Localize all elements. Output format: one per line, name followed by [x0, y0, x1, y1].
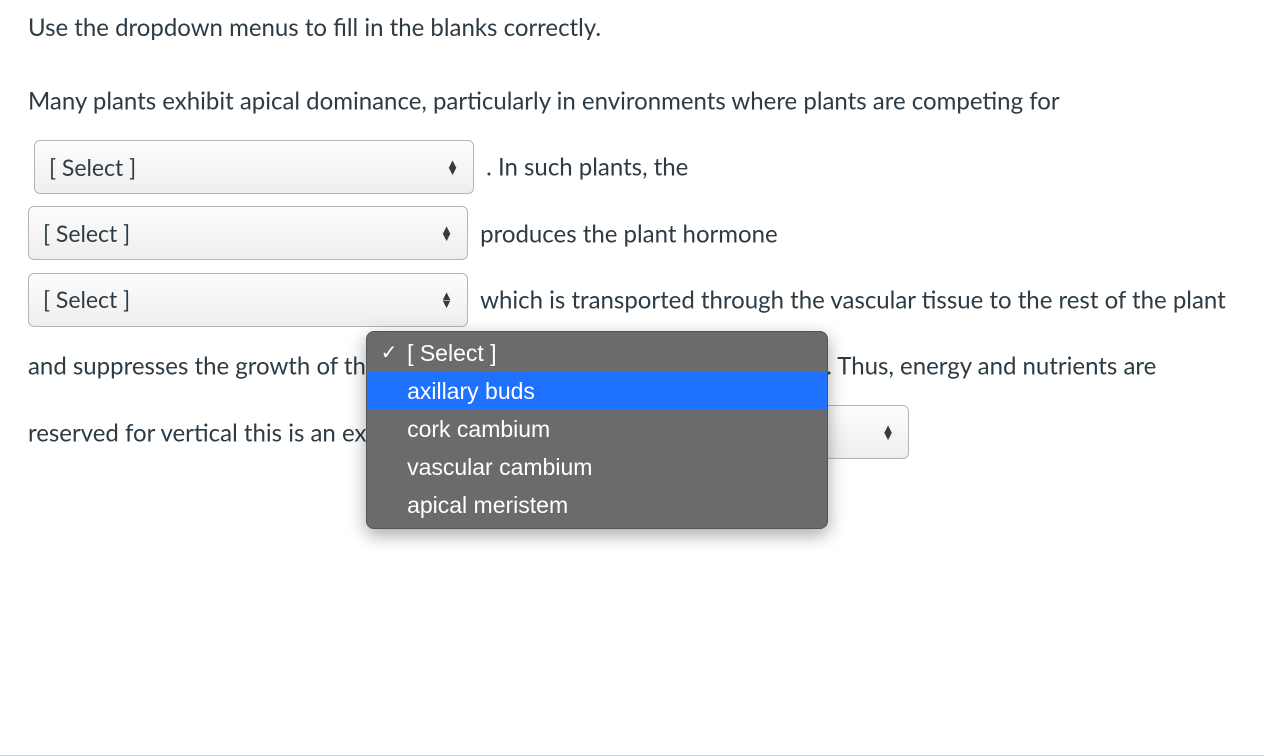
updown-icon: ▲▼: [446, 160, 459, 174]
dropdown-2-label: [ Select ]: [43, 202, 426, 264]
instruction-text: Use the dropdown menus to fill in the bl…: [28, 10, 1236, 46]
dropdown-option[interactable]: apical meristem: [367, 486, 827, 524]
updown-icon: ▲▼: [440, 226, 453, 240]
dropdown-1-competing-for[interactable]: [ Select ] ▲▼: [34, 140, 474, 194]
dropdown-4-menu[interactable]: ✓[ Select ]axillary budscork cambiumvasc…: [366, 331, 828, 529]
dropdown-option-label: apical meristem: [401, 474, 568, 536]
question-page: Use the dropdown menus to fill in the bl…: [0, 0, 1264, 756]
fill-in-the-blank-passage: Many plants exhibit apical dominance, pa…: [28, 68, 1236, 466]
passage-text-3: produces the plant hormone: [480, 219, 778, 248]
passage-text-1: Many plants exhibit apical dominance, pa…: [28, 87, 1059, 116]
updown-icon: ▲▼: [440, 292, 453, 306]
dropdown-3-hormone[interactable]: [ Select ] ▲▼: [28, 273, 468, 327]
updown-icon: ▲▼: [882, 425, 895, 439]
dropdown-1-label: [ Select ]: [49, 136, 432, 198]
dropdown-3-label: [ Select ]: [43, 268, 426, 330]
passage-text-2: . In such plants, the: [486, 153, 688, 182]
check-icon: ✓: [377, 326, 401, 380]
dropdown-2-structure[interactable]: [ Select ] ▲▼: [28, 206, 468, 260]
